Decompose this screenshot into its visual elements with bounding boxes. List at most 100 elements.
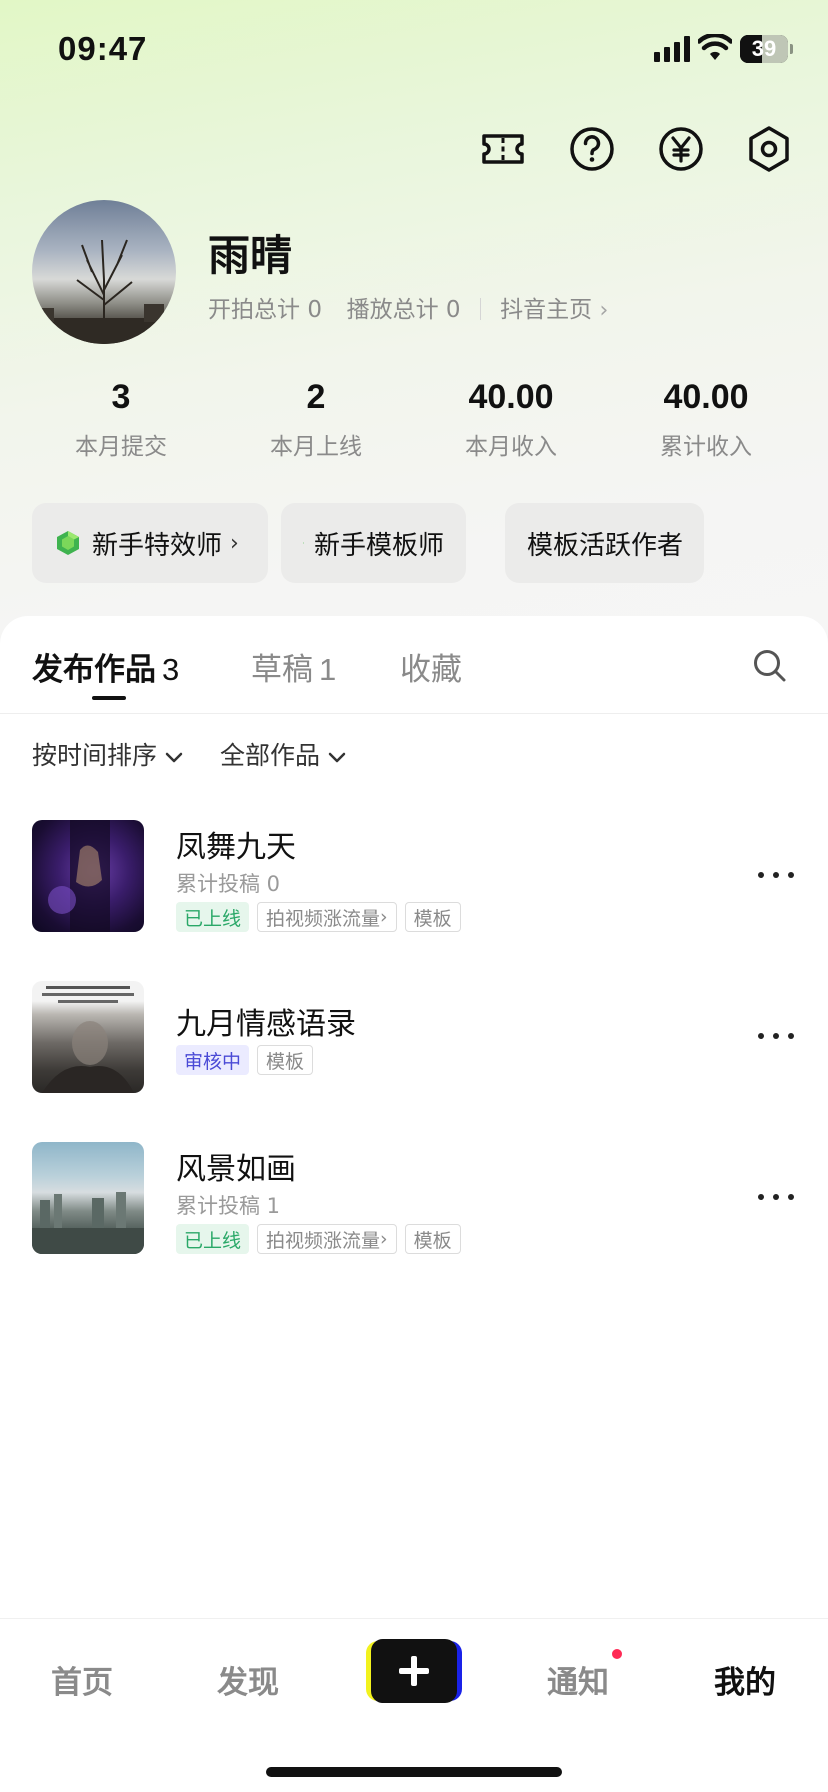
more-icon[interactable] (758, 1194, 794, 1204)
badge-active-author[interactable]: 模板活跃作者 (505, 503, 704, 583)
settings-icon[interactable] (744, 124, 794, 174)
more-icon[interactable] (758, 872, 794, 882)
chevron-right-icon: › (230, 530, 239, 556)
nav-mine[interactable]: 我的 (685, 1657, 805, 1702)
work-title: 风景如画 (176, 1152, 296, 1187)
plus-icon (399, 1656, 429, 1686)
tab-favorites[interactable]: 收藏 (400, 644, 462, 689)
metric-monthly-income[interactable]: 40.00 本月收入 (421, 378, 601, 461)
avatar[interactable] (32, 200, 176, 344)
works-panel: 发布作品 3 草稿 1 收藏 按时间排序 全部作品 凤舞九天 累计投稿 0 已上… (0, 616, 828, 1616)
status-badge: 已上线 (176, 1224, 250, 1254)
chevron-down-icon (165, 752, 183, 763)
top-toolbar (0, 124, 828, 174)
profile-stats: 开拍总计 0 播放总计 0 抖音主页 › (208, 290, 608, 324)
avatar-tree-image (32, 239, 176, 344)
battery-icon: 39 (740, 35, 788, 63)
status-time: 09:47 (58, 30, 148, 67)
cellular-signal-icon (654, 36, 690, 62)
work-thumbnail (32, 981, 144, 1093)
nav-notifications[interactable]: 通知 (518, 1657, 638, 1702)
work-thumbnail (32, 820, 144, 932)
type-badge: 模板 (404, 902, 461, 932)
nav-discover[interactable]: 发现 (188, 1657, 308, 1702)
works-tabs: 发布作品 3 草稿 1 收藏 (0, 616, 828, 714)
tab-published[interactable]: 发布作品 3 (32, 644, 179, 689)
help-icon[interactable] (567, 124, 617, 174)
badge-effects-creator[interactable]: 新手特效师 › (32, 503, 268, 583)
badge-label: 模板活跃作者 (527, 530, 684, 561)
tab-label: 草稿 (251, 652, 313, 688)
tab-label: 发布作品 (32, 652, 156, 688)
wifi-icon (698, 34, 732, 60)
shoot-total-value: 0 (307, 297, 322, 323)
battery-tip (790, 44, 793, 54)
chevron-right-icon: › (380, 1228, 388, 1250)
douyin-home-link[interactable]: 抖音主页 › (500, 297, 608, 323)
play-total-label: 播放总计 (346, 297, 439, 323)
notification-dot (612, 1649, 622, 1659)
work-title: 凤舞九天 (176, 830, 296, 865)
work-tags: 审核中 模板 (176, 1045, 314, 1075)
green-gem-icon (57, 531, 79, 555)
list-item[interactable]: 凤舞九天 累计投稿 0 已上线 拍视频涨流量 › 模板 (0, 820, 828, 932)
tab-count: 3 (162, 652, 180, 687)
more-icon[interactable] (758, 1033, 794, 1043)
status-badge: 已上线 (176, 902, 250, 932)
shoot-total-label: 开拍总计 (208, 297, 300, 323)
douyin-home-label: 抖音主页 (500, 297, 593, 323)
metric-total-income[interactable]: 40.00 累计收入 (616, 378, 796, 461)
monthly-metrics: 3 本月提交 2 本月上线 40.00 本月收入 40.00 累计收入 (0, 378, 828, 468)
status-badge: 审核中 (176, 1045, 250, 1075)
type-badge: 模板 (404, 1224, 461, 1254)
badge-label: 新手特效师 (92, 530, 223, 561)
boost-traffic-link[interactable]: 拍视频涨流量 › (257, 1224, 397, 1254)
chevron-right-icon: › (380, 906, 388, 928)
ticket-icon[interactable] (478, 124, 528, 174)
tab-drafts[interactable]: 草稿 1 (251, 644, 336, 689)
boost-label: 拍视频涨流量 (266, 1229, 381, 1252)
work-submissions: 累计投稿 0 (176, 872, 281, 896)
yen-icon[interactable] (656, 124, 706, 174)
boost-label: 拍视频涨流量 (266, 907, 381, 930)
header-background (0, 0, 828, 700)
filters-row: 按时间排序 全部作品 (0, 736, 828, 776)
metric-value: 40.00 (468, 378, 554, 416)
sort-dropdown[interactable]: 按时间排序 (32, 736, 183, 772)
metric-label: 本月收入 (465, 434, 557, 460)
username: 雨晴 (208, 231, 293, 280)
status-bar: 09:47 39 (0, 0, 828, 100)
nav-home[interactable]: 首页 (22, 1657, 142, 1702)
metric-label: 本月上线 (270, 434, 362, 460)
boost-traffic-link[interactable]: 拍视频涨流量 › (257, 902, 397, 932)
metric-label: 累计收入 (660, 434, 752, 460)
bottom-navigation: 首页 发现 通知 我的 (0, 1618, 828, 1792)
list-item[interactable]: 九月情感语录 审核中 模板 (0, 981, 828, 1093)
tab-count: 1 (319, 652, 337, 687)
metric-monthly-submitted[interactable]: 3 本月提交 (31, 378, 211, 461)
chevron-down-icon (328, 752, 346, 763)
green-gem-icon (303, 542, 304, 544)
battery-level: 39 (751, 36, 777, 61)
metric-label: 本月提交 (75, 434, 167, 460)
chevron-right-icon: › (599, 298, 609, 323)
work-thumbnail (32, 1142, 144, 1254)
work-title: 九月情感语录 (176, 1007, 356, 1042)
active-tab-indicator (92, 696, 126, 700)
badge-label: 新手模板师 (313, 530, 444, 561)
home-indicator[interactable] (266, 1767, 562, 1777)
metric-value: 40.00 (663, 378, 749, 416)
metric-value: 2 (306, 378, 326, 416)
list-item[interactable]: 风景如画 累计投稿 1 已上线 拍视频涨流量 › 模板 (0, 1142, 828, 1254)
tab-label: 收藏 (400, 652, 462, 688)
category-dropdown[interactable]: 全部作品 (220, 736, 346, 772)
work-tags: 已上线 拍视频涨流量 › 模板 (176, 902, 461, 932)
badge-template-creator[interactable]: 新手模板师 (281, 503, 466, 583)
type-badge: 模板 (257, 1045, 314, 1075)
work-submissions: 累计投稿 1 (176, 1194, 281, 1218)
search-icon[interactable] (752, 648, 788, 684)
divider (479, 298, 481, 320)
create-button[interactable] (366, 1639, 462, 1703)
metric-monthly-online[interactable]: 2 本月上线 (226, 378, 406, 461)
category-label: 全部作品 (220, 741, 321, 770)
